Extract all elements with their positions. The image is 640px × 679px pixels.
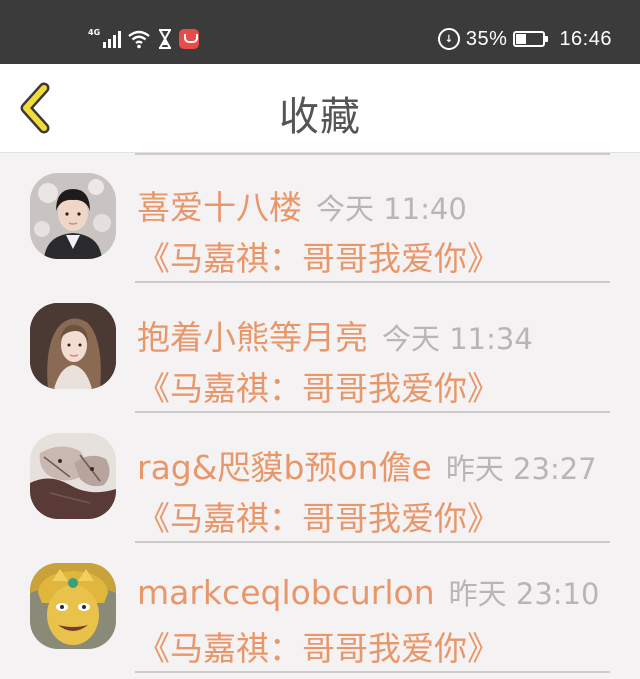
avatar[interactable] xyxy=(30,303,116,389)
timestamp: 昨天 23:10 xyxy=(448,577,600,611)
avatar-cartoon-icon xyxy=(30,563,116,649)
status-right: ↓ 35% 16:46 xyxy=(437,26,612,52)
list-item[interactable]: markceqlobcurlon 昨天 23:10 《马嘉祺：哥哥我爱你》 xyxy=(0,543,640,673)
list-item[interactable]: 抱着小熊等月亮 今天 11:34 《马嘉祺：哥哥我爱你》 xyxy=(0,283,640,413)
work-title[interactable]: 《马嘉祺：哥哥我爱你》 xyxy=(137,232,500,280)
work-title[interactable]: 《马嘉祺：哥哥我爱你》 xyxy=(137,492,500,540)
timestamp: 今天 11:40 xyxy=(316,192,467,226)
battery-icon xyxy=(513,31,549,47)
status-time: 16:46 xyxy=(559,27,612,50)
data-saver-icon: ↓ xyxy=(437,28,460,50)
avatar-girl-icon xyxy=(30,303,116,389)
status-bar: 4G ↓ 35% 16:46 xyxy=(0,0,640,64)
avatar[interactable] xyxy=(30,433,116,519)
name-line: 喜爱十八楼 今天 11:40 xyxy=(137,181,467,229)
user-name[interactable]: rag&咫貘b预on儋e xyxy=(137,448,432,487)
hourglass-icon xyxy=(159,29,172,49)
list-item[interactable]: 喜爱十八楼 今天 11:40 《马嘉祺：哥哥我爱你》 xyxy=(0,153,640,283)
user-name[interactable]: 喜爱十八楼 xyxy=(137,188,302,227)
status-left: 4G xyxy=(88,26,200,52)
avatar[interactable] xyxy=(30,563,116,649)
timestamp: 昨天 23:27 xyxy=(445,452,597,486)
timestamp: 今天 11:34 xyxy=(382,322,533,356)
avatar-boy-icon xyxy=(30,173,116,259)
user-name[interactable]: 抱着小熊等月亮 xyxy=(137,318,368,357)
name-line: rag&咫貘b预on儋e 昨天 23:27 xyxy=(137,441,597,489)
work-title[interactable]: 《马嘉祺：哥哥我爱你》 xyxy=(137,362,500,410)
network-type: 4G xyxy=(88,27,101,37)
avatar-sketch-icon xyxy=(30,433,116,519)
battery-percent: 35% xyxy=(465,27,508,50)
avatar[interactable] xyxy=(30,173,116,259)
wifi-icon xyxy=(128,30,150,49)
list-item[interactable]: rag&咫貘b预on儋e 昨天 23:27 《马嘉祺：哥哥我爱你》 xyxy=(0,413,640,543)
name-line: markceqlobcurlon 昨天 23:10 xyxy=(137,571,599,613)
signal-icon xyxy=(103,30,122,48)
app-header: 收藏 xyxy=(0,64,640,153)
app-badge-icon xyxy=(179,29,200,49)
name-line: 抱着小熊等月亮 今天 11:34 xyxy=(137,311,533,359)
work-title[interactable]: 《马嘉祺：哥哥我爱你》 xyxy=(137,622,500,670)
user-name[interactable]: markceqlobcurlon xyxy=(137,573,435,612)
divider xyxy=(135,671,610,673)
page-title: 收藏 xyxy=(279,94,361,140)
